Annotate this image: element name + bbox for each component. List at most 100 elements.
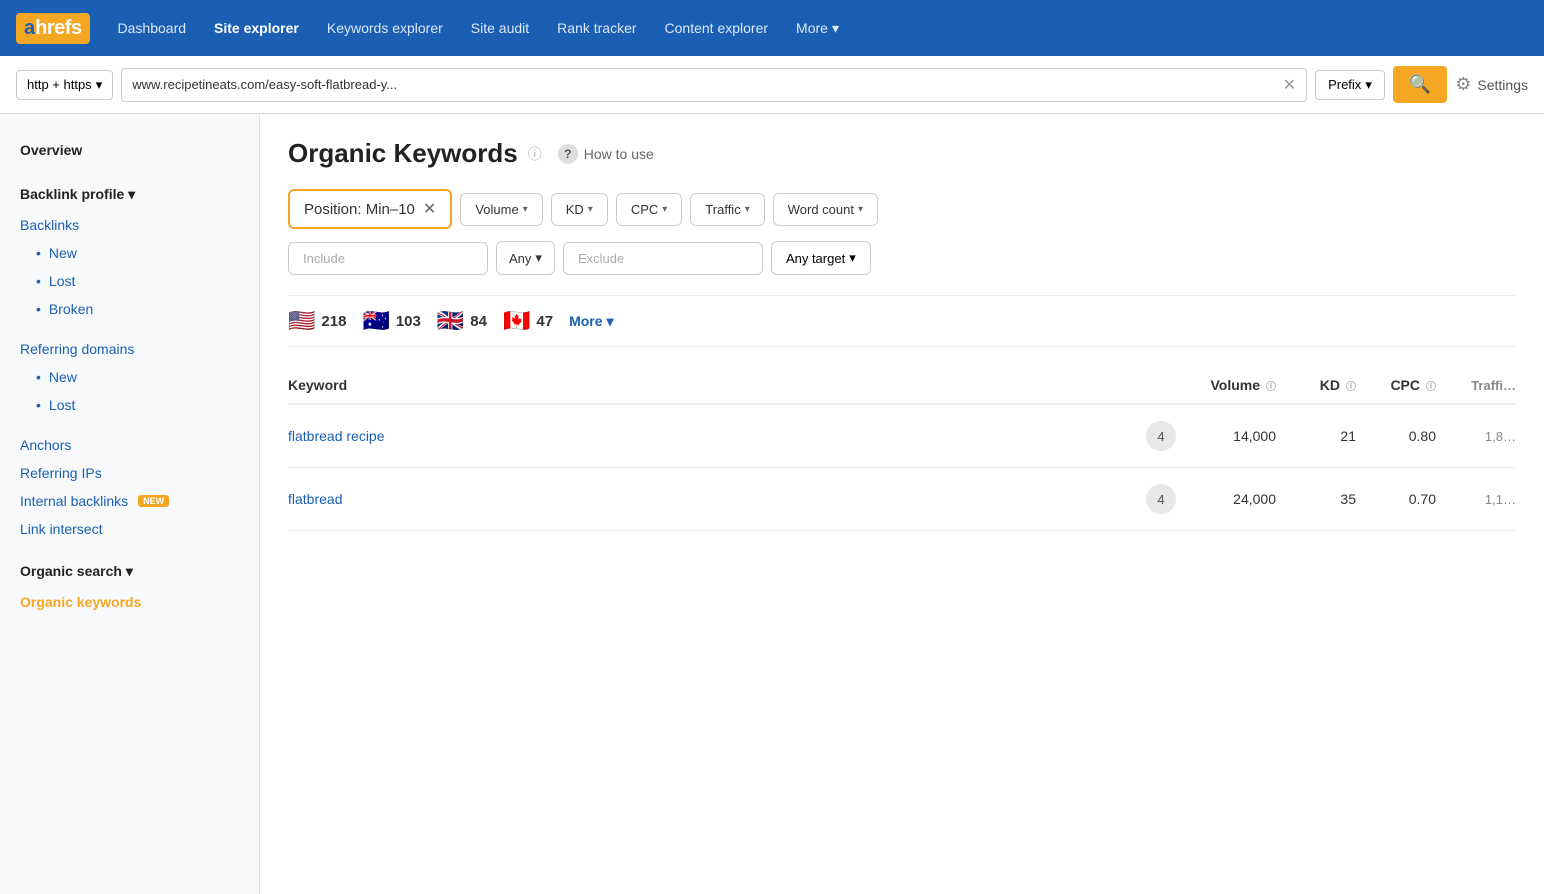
sidebar: Overview Backlink profile ▾ Backlinks Ne…	[0, 114, 260, 894]
sidebar-item-referring-domains-lost[interactable]: Lost	[0, 391, 259, 419]
kd-filter-label: KD	[566, 202, 584, 217]
sidebar-item-internal-backlinks[interactable]: Internal backlinks NEW	[0, 487, 259, 515]
settings-label: Settings	[1477, 77, 1528, 93]
word-count-chevron-icon: ▾	[858, 204, 863, 215]
us-flag-icon: 🇺🇸	[288, 308, 315, 334]
include-filter-input[interactable]: Include	[288, 242, 488, 275]
traffic-filter-button[interactable]: Traffic ▾	[690, 193, 764, 226]
sidebar-item-link-intersect[interactable]: Link intersect	[0, 515, 259, 543]
au-flag-icon: 🇦🇺	[362, 308, 389, 334]
th-position	[1096, 377, 1176, 393]
row-1-cpc: 0.80	[1356, 428, 1436, 444]
nav-keywords-explorer[interactable]: Keywords explorer	[315, 12, 455, 44]
th-cpc: CPC ⓘ	[1356, 377, 1436, 393]
top-navigation: a hrefs Dashboard Site explorer Keywords…	[0, 0, 1544, 56]
ca-flag-icon: 🇨🇦	[503, 308, 530, 334]
how-to-use-button[interactable]: ? How to use	[558, 144, 654, 164]
page-title-info-icon[interactable]: ⓘ	[528, 144, 542, 164]
more-countries-label: More	[569, 313, 602, 329]
row-1-volume: 14,000	[1176, 428, 1276, 444]
url-clear-icon[interactable]: ✕	[1283, 75, 1296, 95]
country-gb[interactable]: 🇬🇧 84	[437, 308, 487, 334]
country-us[interactable]: 🇺🇸 218	[288, 308, 346, 334]
row-2-keyword-link[interactable]: flatbread	[288, 491, 342, 507]
cpc-filter-label: CPC	[631, 202, 658, 217]
sidebar-backlink-profile-title[interactable]: Backlink profile ▾	[0, 178, 259, 211]
url-value: www.recipetineats.com/easy-soft-flatbrea…	[132, 77, 1278, 92]
position-filter-close-icon[interactable]: ✕	[423, 199, 436, 219]
gear-icon: ⚙	[1455, 74, 1471, 95]
backlink-chevron-icon: ▾	[128, 186, 135, 202]
any-label: Any	[509, 251, 531, 266]
sidebar-item-organic-keywords[interactable]: Organic keywords	[0, 588, 259, 616]
sidebar-item-referring-domains-new[interactable]: New	[0, 363, 259, 391]
main-content: Organic Keywords ⓘ ? How to use Position…	[260, 114, 1544, 894]
table-row: flatbread 4 24,000 35 0.70 1,1…	[288, 468, 1516, 531]
sidebar-organic-search-title[interactable]: Organic search ▾	[0, 555, 259, 588]
url-input-box[interactable]: www.recipetineats.com/easy-soft-flatbrea…	[121, 68, 1307, 102]
au-count: 103	[396, 313, 421, 330]
th-volume-label: Volume	[1210, 377, 1260, 393]
nav-dashboard[interactable]: Dashboard	[106, 12, 199, 44]
sidebar-item-referring-ips[interactable]: Referring IPs	[0, 459, 259, 487]
settings-button[interactable]: ⚙ Settings	[1455, 74, 1528, 95]
ca-count: 47	[536, 313, 553, 330]
kd-chevron-icon: ▾	[588, 204, 593, 215]
mode-chevron-icon: ▾	[1365, 77, 1372, 93]
row-2-keyword-cell: flatbread	[288, 491, 1096, 507]
nav-site-audit[interactable]: Site audit	[459, 12, 541, 44]
volume-info-icon[interactable]: ⓘ	[1266, 378, 1276, 393]
gb-flag-icon: 🇬🇧	[437, 308, 464, 334]
sidebar-item-backlinks[interactable]: Backlinks	[0, 211, 259, 239]
sidebar-item-referring-domains[interactable]: Referring domains	[0, 335, 259, 363]
position-filter-chip[interactable]: Position: Min–10 ✕	[288, 189, 452, 229]
row-1-keyword-link[interactable]: flatbread recipe	[288, 428, 385, 444]
volume-chevron-icon: ▾	[523, 204, 528, 215]
th-traffic: Traffi…	[1436, 377, 1516, 393]
th-kd-label: KD	[1320, 377, 1340, 393]
volume-filter-button[interactable]: Volume ▾	[460, 193, 542, 226]
internal-backlinks-new-badge: NEW	[138, 495, 169, 507]
nav-more-button[interactable]: More ▾	[784, 12, 851, 45]
logo[interactable]: a hrefs	[16, 13, 90, 44]
more-countries-button[interactable]: More ▾	[569, 313, 613, 330]
any-selector[interactable]: Any ▾	[496, 241, 555, 275]
any-target-selector[interactable]: Any target ▾	[771, 241, 871, 275]
nav-rank-tracker[interactable]: Rank tracker	[545, 12, 648, 44]
th-keyword-label: Keyword	[288, 377, 347, 393]
country-ca[interactable]: 🇨🇦 47	[503, 308, 553, 334]
word-count-filter-button[interactable]: Word count ▾	[773, 193, 878, 226]
sidebar-item-backlinks-lost[interactable]: Lost	[0, 267, 259, 295]
logo-text: hrefs	[35, 17, 81, 40]
organic-search-label: Organic search	[20, 563, 122, 579]
position-filter-label: Position: Min–10	[304, 201, 415, 218]
row-1-position-badge: 4	[1146, 421, 1176, 451]
search-button[interactable]: 🔍	[1393, 66, 1447, 103]
filters-row-2: Include Any ▾ Exclude Any target ▾	[288, 241, 1516, 275]
word-count-filter-label: Word count	[788, 202, 854, 217]
cpc-filter-button[interactable]: CPC ▾	[616, 193, 682, 226]
internal-backlinks-label: Internal backlinks	[20, 493, 128, 509]
cpc-info-icon[interactable]: ⓘ	[1426, 378, 1436, 393]
nav-site-explorer[interactable]: Site explorer	[202, 12, 311, 44]
exclude-filter-input[interactable]: Exclude	[563, 242, 763, 275]
table-header-row: Keyword Volume ⓘ KD ⓘ CPC ⓘ Traffi…	[288, 367, 1516, 405]
protocol-selector[interactable]: http + https ▾	[16, 70, 113, 100]
sidebar-item-backlinks-new[interactable]: New	[0, 239, 259, 267]
cpc-chevron-icon: ▾	[662, 204, 667, 215]
country-au[interactable]: 🇦🇺 103	[362, 308, 420, 334]
sidebar-item-anchors[interactable]: Anchors	[0, 431, 259, 459]
sidebar-item-backlinks-broken[interactable]: Broken	[0, 295, 259, 323]
gb-count: 84	[470, 313, 487, 330]
kd-info-icon[interactable]: ⓘ	[1346, 378, 1356, 393]
row-2-kd: 35	[1276, 491, 1356, 507]
kd-filter-button[interactable]: KD ▾	[551, 193, 608, 226]
more-countries-chevron-icon: ▾	[607, 313, 614, 330]
mode-selector[interactable]: Prefix ▾	[1315, 70, 1385, 100]
page-title-row: Organic Keywords ⓘ ? How to use	[288, 138, 1516, 169]
nav-content-explorer[interactable]: Content explorer	[653, 12, 781, 44]
th-traffic-label: Traffi…	[1471, 378, 1516, 393]
traffic-chevron-icon: ▾	[745, 204, 750, 215]
nav-more-chevron-icon: ▾	[832, 20, 839, 37]
protocol-chevron-icon: ▾	[96, 77, 103, 93]
